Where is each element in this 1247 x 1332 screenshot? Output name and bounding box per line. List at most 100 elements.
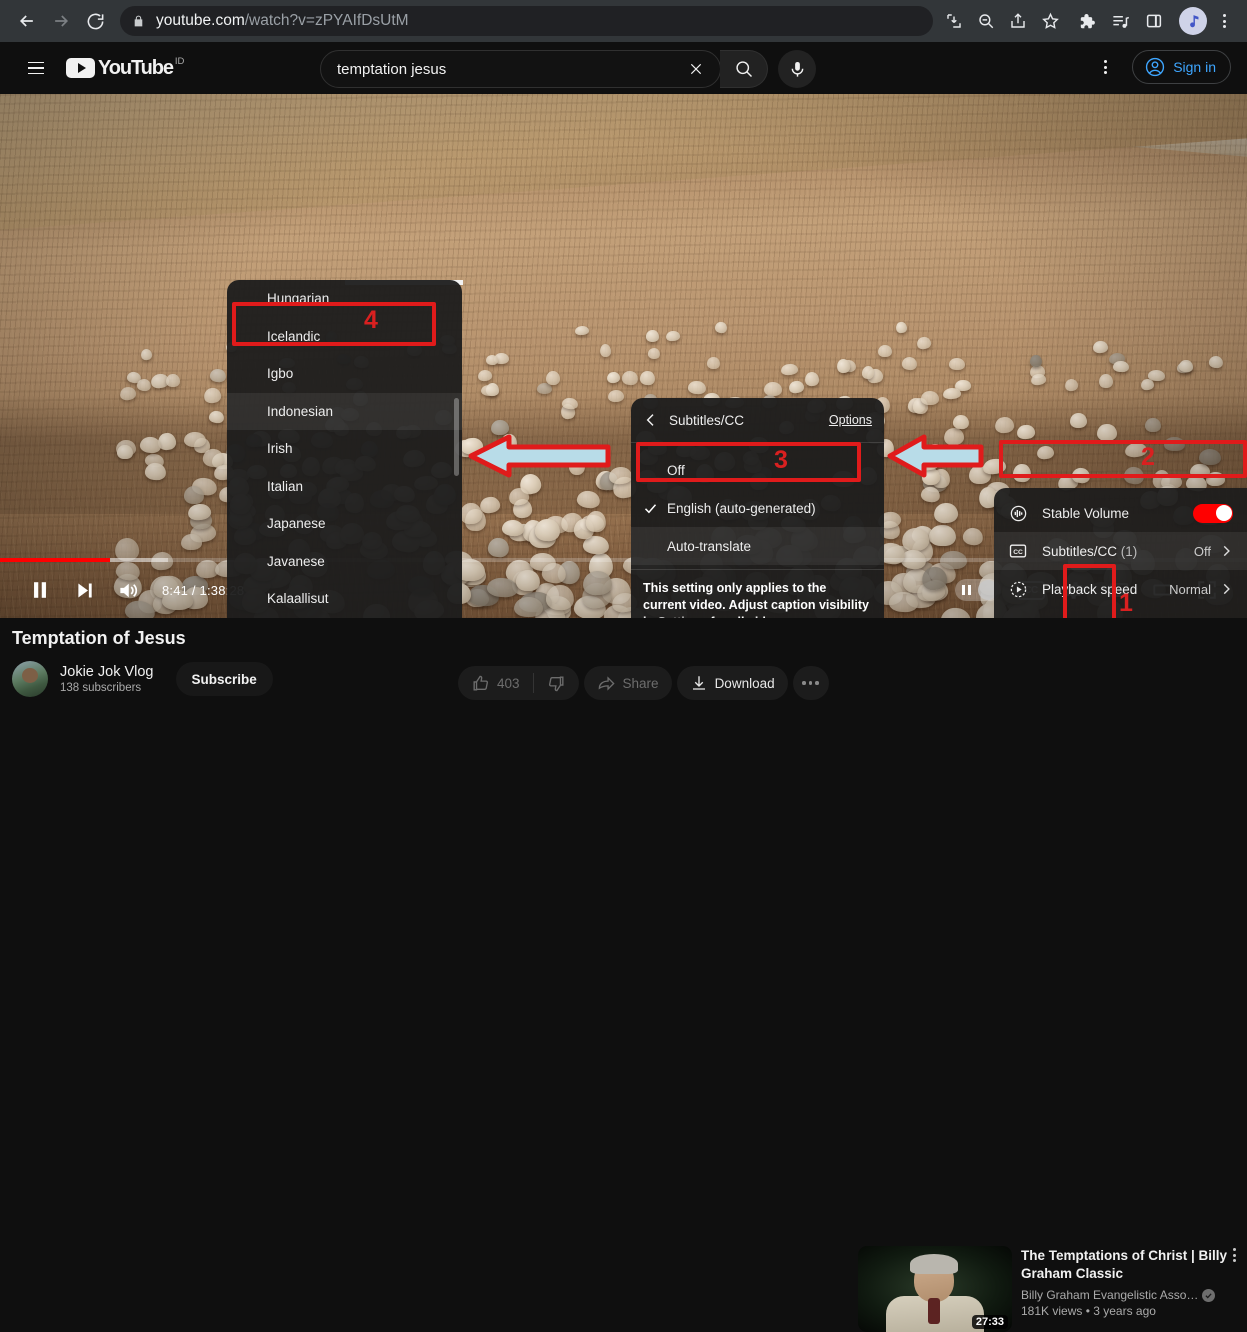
annotation-number-3: 3 <box>774 446 788 474</box>
header-right-group: Sign in <box>1088 50 1231 84</box>
channel-meta: Jokie Jok Vlog 138 subscribers <box>60 664 154 694</box>
language-item-igbo[interactable]: Igbo <box>227 355 462 393</box>
search-submit-button[interactable] <box>720 50 768 88</box>
cc-option-english-auto-generated[interactable]: English (auto-generated) <box>631 489 884 527</box>
channel-name[interactable]: Jokie Jok Vlog <box>60 664 154 680</box>
like-count: 403 <box>497 675 520 691</box>
microphone-icon <box>791 61 803 77</box>
language-item-label: Icelandic <box>267 328 321 344</box>
language-item-label: Japanese <box>267 516 326 532</box>
annotation-number-1: 1 <box>1119 589 1133 617</box>
language-item-irish[interactable]: Irish <box>227 430 462 468</box>
zoom-out-icon[interactable] <box>971 6 1001 36</box>
address-bar[interactable]: youtube.com/watch?v=zPYAIfDsUtM <box>120 6 933 36</box>
language-item-italian[interactable]: Italian <box>227 468 462 506</box>
thumbs-down-icon <box>548 675 564 691</box>
language-item-label: Irish <box>267 441 293 457</box>
reading-list-icon[interactable] <box>1105 6 1135 36</box>
search-input[interactable]: temptation jesus <box>320 50 722 88</box>
pause-button[interactable] <box>18 568 62 612</box>
side-panel-icon[interactable] <box>1139 6 1169 36</box>
chevron-left-icon[interactable] <box>643 412 669 428</box>
settings-menu-label: Stable Volume <box>1042 505 1130 521</box>
hamburger-menu-icon[interactable] <box>16 48 56 88</box>
share-button[interactable]: Share <box>583 666 672 700</box>
playback-speed-icon <box>1006 580 1030 599</box>
voice-search-button[interactable] <box>778 50 816 88</box>
youtube-logo-text: YouTube <box>98 57 174 79</box>
profile-avatar-icon[interactable] <box>1179 7 1207 35</box>
next-video-button[interactable] <box>62 568 106 612</box>
recommended-video-item[interactable]: 27:33 The Temptations of Christ | Billy … <box>858 1246 1236 1332</box>
settings-menu-item-stable-volume[interactable]: Stable Volume <box>994 494 1247 532</box>
url-host: youtube.com <box>156 12 245 29</box>
bookmark-star-icon[interactable] <box>1035 6 1065 36</box>
volume-button[interactable] <box>106 568 150 612</box>
recommended-more-icon[interactable] <box>1233 1248 1236 1262</box>
language-list-scrollbar[interactable] <box>454 398 459 476</box>
close-icon[interactable] <box>684 61 708 77</box>
cc-panel-header: Subtitles/CC Options <box>631 398 884 443</box>
auto-translate-language-panel[interactable]: Hungarian Icelandic Igbo Indonesian Irish Ita… <box>227 280 462 618</box>
back-button[interactable] <box>10 4 44 38</box>
language-item-hungarian[interactable]: Hungarian <box>227 280 462 318</box>
recommended-channel-name: Billy Graham Evangelistic Asso… <box>1021 1288 1199 1302</box>
video-player[interactable]: 8:41 / 1:38:28 CC <box>0 94 1247 618</box>
subtitles-cc-panel[interactable]: Subtitles/CC Options Off English (auto-ge… <box>631 398 884 618</box>
youtube-locale-badge: ID <box>174 56 185 67</box>
volume-high-icon <box>119 583 137 597</box>
language-item-kalaallisut[interactable]: Kalaallisut <box>227 580 462 618</box>
subscribe-button[interactable]: Subscribe <box>175 662 273 696</box>
language-item-javanese[interactable]: Javanese <box>227 543 462 581</box>
more-actions-button[interactable] <box>792 666 829 700</box>
account-circle-icon <box>1146 57 1165 77</box>
language-item-indonesian[interactable]: Indonesian <box>227 392 462 430</box>
sign-in-button[interactable]: Sign in <box>1132 50 1231 84</box>
avatar[interactable] <box>12 661 48 697</box>
recommended-video-stats: 181K views • 3 years ago <box>1021 1304 1156 1318</box>
extensions-group <box>1071 4 1237 38</box>
more-vertical-icon[interactable] <box>1088 50 1122 84</box>
cc-panel-title: Subtitles/CC <box>669 412 745 428</box>
download-label: Download <box>714 675 775 691</box>
subscriber-count: 138 subscribers <box>60 682 142 694</box>
reload-button[interactable] <box>78 4 112 38</box>
recommended-video-title[interactable]: The Temptations of Christ | Billy Graham… <box>1021 1247 1236 1283</box>
cc-option-auto-translate[interactable]: Auto-translate <box>631 527 884 565</box>
stable-volume-toggle[interactable] <box>1193 503 1233 523</box>
install-icon[interactable] <box>939 6 969 36</box>
settings-menu-value: Off <box>1193 543 1211 559</box>
url-path: /watch?v=zPYAIfDsUtM <box>244 12 409 29</box>
language-item-label: Hungarian <box>267 291 330 307</box>
settings-menu-label-suffix: (1) <box>1117 543 1138 559</box>
svg-text:CC: CC <box>1013 549 1023 556</box>
recommended-channel[interactable]: Billy Graham Evangelistic Asso… <box>1021 1288 1236 1302</box>
lock-icon <box>132 14 145 28</box>
settings-menu-label: Subtitles/CC (1) <box>1042 543 1138 559</box>
download-button[interactable]: Download <box>676 666 788 700</box>
settings-menu-item-subtitles-cc[interactable]: CC Subtitles/CC (1) Off <box>994 532 1247 570</box>
language-item-japanese[interactable]: Japanese <box>227 505 462 543</box>
cc-panel-note: This setting only applies to the current… <box>631 569 884 618</box>
youtube-logo[interactable]: YouTube ID <box>66 56 185 79</box>
cc-options-link[interactable]: Options <box>829 413 872 427</box>
chevron-right-icon <box>1219 582 1233 596</box>
autoplay-pause-icon <box>962 585 971 595</box>
language-item-label: Igbo <box>267 366 294 382</box>
thumbs-up-icon <box>473 675 489 691</box>
search-area: temptation jesus <box>320 50 816 88</box>
language-list: Hungarian Icelandic Igbo Indonesian Irish Ita… <box>227 280 462 618</box>
share-icon[interactable] <box>1003 6 1033 36</box>
chevron-right-icon <box>1219 544 1233 558</box>
language-item-icelandic[interactable]: Icelandic <box>227 318 462 356</box>
dislike-button[interactable] <box>547 674 579 693</box>
cc-option-off[interactable]: Off <box>631 451 884 489</box>
recommended-thumbnail[interactable]: 27:33 <box>858 1246 1012 1332</box>
back-arrow-icon <box>19 15 33 27</box>
like-button[interactable]: 403 <box>471 674 520 693</box>
forward-button[interactable] <box>44 4 78 38</box>
extensions-puzzle-icon[interactable] <box>1071 6 1101 36</box>
chrome-menu-icon[interactable] <box>1211 4 1237 38</box>
search-icon <box>735 61 752 78</box>
cc-option-label: Auto-translate <box>667 538 752 554</box>
